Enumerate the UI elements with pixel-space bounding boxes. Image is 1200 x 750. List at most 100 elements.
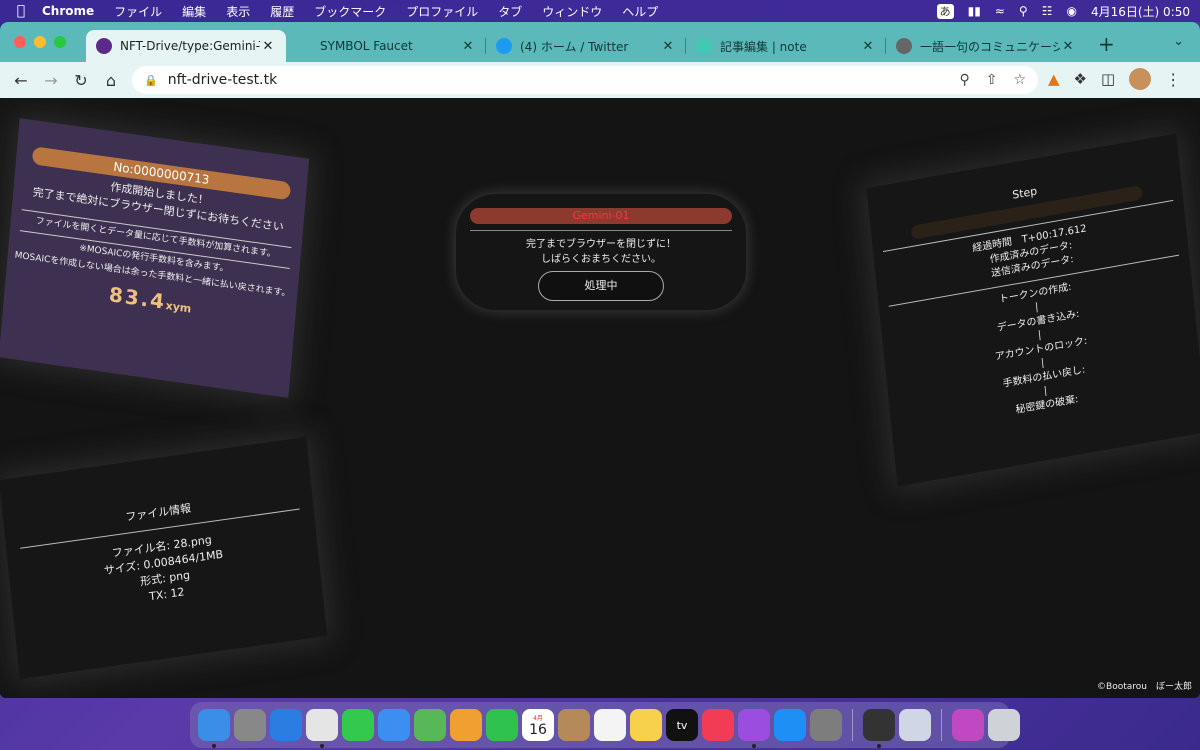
address-bar[interactable]: 🔒 nft-drive-test.tk ⚲ ⇧ ☆ [132, 66, 1038, 94]
close-tab-icon[interactable]: ✕ [1060, 39, 1076, 54]
menubar-clock[interactable]: 4月16日(土) 0:50 [1091, 3, 1190, 20]
processing-button[interactable]: 処理中 [538, 271, 664, 301]
close-window-button[interactable] [14, 36, 26, 48]
metamask-fox-icon[interactable]: ▲ [1048, 70, 1060, 88]
menu-file[interactable]: ファイル [114, 3, 162, 20]
menu-profiles[interactable]: プロファイル [406, 3, 478, 20]
side-panel-icon[interactable]: ◫ [1101, 70, 1115, 88]
shield-icon [96, 38, 112, 54]
tab-4[interactable]: 一語一句のコミュニケーショ✕ [886, 30, 1086, 62]
tv-label: tv [676, 718, 688, 732]
menu-app-name[interactable]: Chrome [42, 4, 94, 18]
close-tab-icon[interactable]: ✕ [460, 39, 476, 54]
processing-message-2: しばらくおまちください。 [541, 254, 661, 265]
minimize-window-button[interactable] [34, 36, 46, 48]
drive-type-label: Gemini-01 [470, 208, 732, 224]
messages-icon[interactable] [342, 709, 374, 741]
wifi-off-icon[interactable]: ≈ [995, 4, 1005, 18]
trash-icon[interactable] [988, 709, 1020, 741]
reminders-icon[interactable] [594, 709, 626, 741]
siri-icon[interactable]: ◉ [1066, 4, 1076, 18]
symbol-icon [296, 38, 312, 54]
tab-label: 一語一句のコミュニケーショ [920, 39, 1060, 54]
extensions-area: ▲ ❖ ◫ ⋮ [1048, 68, 1181, 90]
close-tab-icon[interactable]: ✕ [660, 39, 676, 54]
note-icon [696, 38, 712, 54]
tab-label: SYMBOL Faucet [320, 39, 413, 53]
search-icon[interactable]: ⚲ [1019, 4, 1028, 18]
mail-icon[interactable] [378, 709, 410, 741]
menu-history[interactable]: 履歴 [270, 3, 294, 20]
forward-button[interactable]: → [36, 71, 66, 90]
close-tab-icon[interactable]: ✕ [860, 39, 876, 54]
fee-amount-unit: xym [165, 299, 192, 316]
maps-icon[interactable] [414, 709, 446, 741]
control-center-icon[interactable]: ☷ [1042, 4, 1053, 18]
back-button[interactable]: ← [6, 71, 36, 90]
calendar-icon[interactable]: 4月 16 [522, 709, 554, 741]
facetime-icon[interactable] [486, 709, 518, 741]
twitter-bird-icon [496, 38, 512, 54]
divider [470, 230, 732, 231]
desktop-folder-icon[interactable] [952, 709, 984, 741]
browser-window: NFT-Drive/type:Gemini-TE ✕ SYMBOL Faucet ✕(… [0, 22, 1200, 698]
zoom-icon[interactable]: ⚲ [959, 72, 969, 88]
zoom-window-button[interactable] [54, 36, 66, 48]
browser-toolbar: ← → ↻ ⌂ 🔒 nft-drive-test.tk ⚲ ⇧ ☆ ▲ ❖ ◫ … [0, 62, 1200, 98]
preview-icon[interactable] [899, 709, 931, 741]
home-button[interactable]: ⌂ [96, 71, 126, 90]
processing-message-1: 完了までブラウザーを閉じずに！ [526, 239, 676, 250]
menu-window[interactable]: ウィンドウ [542, 3, 602, 20]
music-icon[interactable] [702, 709, 734, 741]
tab-label: NFT-Drive/type:Gemini-TE [120, 39, 260, 53]
tab-0[interactable]: NFT-Drive/type:Gemini-TE ✕ [86, 30, 286, 62]
tab-1[interactable]: SYMBOL Faucet ✕ [286, 30, 486, 62]
menu-view[interactable]: 表示 [226, 3, 250, 20]
macos-dock: 4月 16 tv [190, 702, 1020, 748]
more-menu-icon[interactable]: ⋮ [1165, 70, 1181, 89]
menu-edit[interactable]: 編集 [182, 3, 206, 20]
menu-bookmarks[interactable]: ブックマーク [314, 3, 386, 20]
extensions-puzzle-icon[interactable]: ❖ [1074, 70, 1087, 88]
page-content: No:0000000713 作成開始しました！ 完了まで絶対にブラウザー閉じずに… [0, 98, 1200, 698]
launchpad-icon[interactable] [234, 709, 266, 741]
tab-list: NFT-Drive/type:Gemini-TE ✕ SYMBOL Faucet ✕(… [86, 30, 1086, 62]
tab-label: (4) ホーム / Twitter [520, 39, 629, 54]
menu-tab[interactable]: タブ [498, 3, 522, 20]
notes-icon[interactable] [630, 709, 662, 741]
dock-separator [852, 709, 853, 741]
lock-icon[interactable]: 🔒 [144, 74, 158, 87]
tab-2[interactable]: (4) ホーム / Twitter ✕ [486, 30, 686, 62]
address-bar-url[interactable]: nft-drive-test.tk [168, 72, 960, 88]
podcasts-icon[interactable] [738, 709, 770, 748]
share-icon[interactable]: ⇧ [986, 72, 998, 88]
finder-icon[interactable] [198, 709, 230, 748]
tab-search-chevron-icon[interactable]: ⌄ [1173, 34, 1184, 49]
menu-help[interactable]: ヘルプ [622, 3, 658, 20]
app-store-icon[interactable] [774, 709, 806, 741]
piano-icon[interactable] [863, 709, 895, 748]
close-tab-icon[interactable]: ✕ [260, 39, 276, 54]
tab-3[interactable]: 記事編集 | note ✕ [686, 30, 886, 62]
safari-icon[interactable] [270, 709, 302, 741]
new-tab-button[interactable]: + [1098, 32, 1115, 56]
system-preferences-icon[interactable] [810, 709, 842, 741]
tv-icon[interactable]: tv [666, 709, 698, 741]
apple-logo-icon[interactable]:  [0, 3, 42, 19]
tab-label: 記事編集 | note [720, 39, 807, 54]
copyright-text: ©Bootarou ぼー太郎 [1097, 682, 1192, 692]
fee-amount-value: 83.4 [108, 282, 168, 314]
macos-menubar:  Chrome ファイル 編集 表示 履歴 ブックマーク プロファイル タブ … [0, 0, 1200, 22]
dock-separator [941, 709, 942, 741]
reload-button[interactable]: ↻ [66, 71, 96, 90]
calendar-month: 4月 [533, 714, 543, 722]
contacts-icon[interactable] [558, 709, 590, 741]
input-method-indicator[interactable]: あ [936, 3, 954, 19]
chrome-icon[interactable] [306, 709, 338, 748]
bookmark-star-icon[interactable]: ☆ [1013, 72, 1026, 88]
omnibox-actions: ⚲ ⇧ ☆ [959, 72, 1026, 88]
battery-icon[interactable]: ▮▮ [968, 4, 981, 18]
tab-strip: NFT-Drive/type:Gemini-TE ✕ SYMBOL Faucet ✕(… [0, 22, 1200, 62]
profile-avatar[interactable] [1129, 68, 1152, 90]
photos-icon[interactable] [450, 709, 482, 741]
